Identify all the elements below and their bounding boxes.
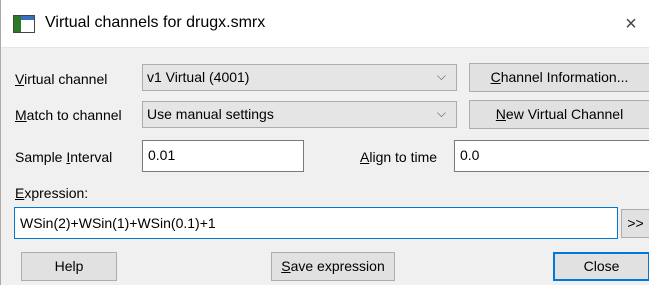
expression-value: WSin(2)+WSin(1)+WSin(0.1)+1 — [20, 215, 216, 231]
dialog-title: Virtual channels for drugx.smrx — [45, 14, 266, 31]
expression-more-button[interactable]: >> — [621, 209, 649, 238]
sample-interval-field[interactable]: 0.01 — [142, 140, 304, 172]
virtual-channel-label: Virtual channel — [15, 71, 108, 87]
chevron-down-icon: ⌵ — [436, 69, 446, 83]
match-channel-select[interactable]: Use manual settings ⌵ — [142, 101, 457, 128]
virtual-channel-select[interactable]: v1 Virtual (4001) ⌵ — [142, 64, 457, 91]
align-time-label: Align to time — [360, 149, 438, 165]
sample-interval-label: Sample Interval — [15, 149, 113, 165]
close-icon[interactable]: × — [619, 12, 643, 36]
save-expression-button[interactable]: Save expression — [271, 252, 395, 281]
help-button[interactable]: Help — [21, 252, 117, 281]
align-time-field[interactable]: 0.0 — [454, 140, 649, 172]
close-button[interactable]: Close — [553, 252, 649, 281]
channel-information-button[interactable]: Channel Information... — [469, 63, 649, 92]
expression-field[interactable]: WSin(2)+WSin(1)+WSin(0.1)+1 — [14, 207, 618, 239]
align-time-value: 0.0 — [460, 147, 480, 163]
sample-interval-value: 0.01 — [148, 147, 176, 163]
match-channel-label: Match to channel — [15, 107, 122, 123]
window-app-icon — [13, 15, 35, 33]
chevron-down-icon: ⌵ — [436, 106, 446, 120]
match-channel-value: Use manual settings — [147, 106, 274, 122]
expression-label: Expression: — [15, 185, 89, 201]
virtual-channels-dialog: Virtual channels for drugx.smrx × Virtua… — [0, 0, 649, 285]
virtual-channel-value: v1 Virtual (4001) — [147, 69, 250, 85]
new-virtual-channel-button[interactable]: New Virtual Channel — [469, 100, 649, 129]
title-bar: Virtual channels for drugx.smrx × — [1, 0, 649, 48]
